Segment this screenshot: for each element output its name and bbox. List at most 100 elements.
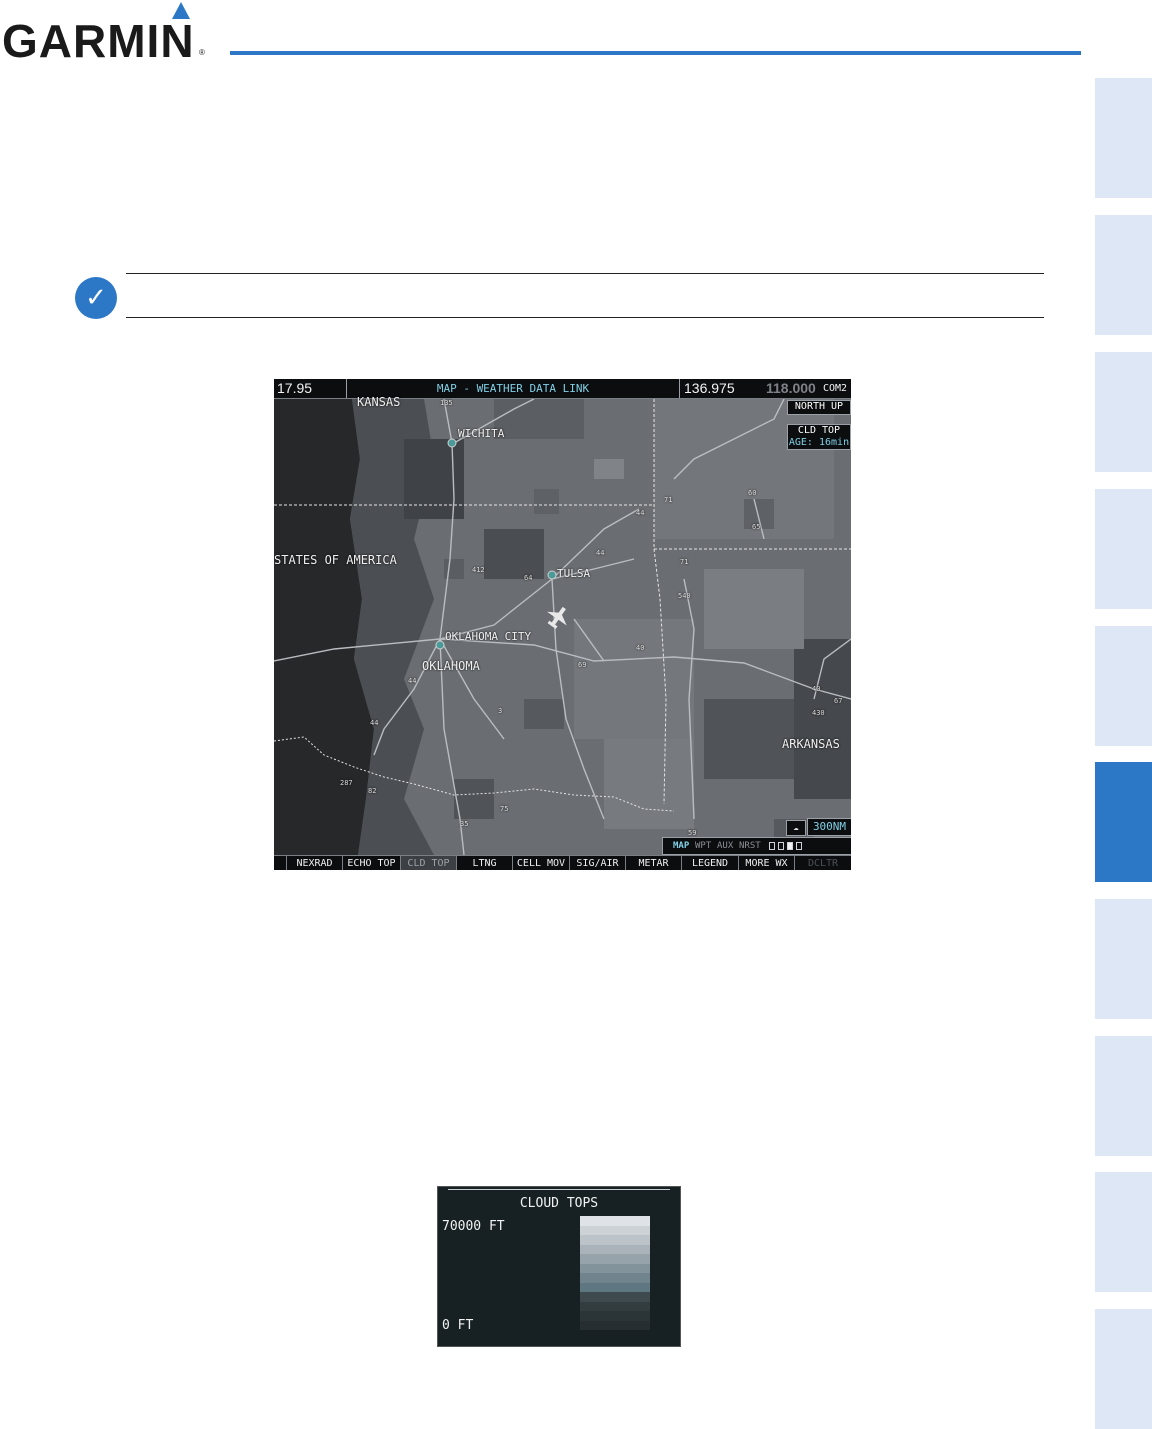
highway-shield: 71: [680, 558, 689, 566]
topbar-divider: [679, 379, 680, 398]
legend-color-band: [580, 1273, 650, 1283]
highway-shield: 412: [472, 566, 485, 574]
highway-shield: 65: [752, 523, 761, 531]
softkey-legend[interactable]: LEGEND: [682, 856, 739, 870]
map-range[interactable]: 300NM: [807, 818, 851, 836]
highway-shield: 40: [812, 685, 821, 693]
legend-title: CLOUD TOPS: [519, 1196, 599, 1211]
highway-shield: 69: [578, 661, 587, 669]
map-label-oklahoma-city: OKLAHOMA CITY: [445, 630, 532, 643]
highway-shield: 59: [688, 829, 697, 837]
section-tab-10[interactable]: [1095, 1309, 1152, 1429]
softkey-sig-air[interactable]: SIG/AIR: [570, 856, 626, 870]
product-label: CLD TOP: [797, 425, 841, 436]
page-group-indicator: MAP WPT AUX NRST: [662, 837, 851, 855]
softkey-cld-top[interactable]: CLD TOP: [401, 856, 457, 870]
weather-cloud-icon: ☁: [786, 820, 806, 836]
page-title: MAP - WEATHER DATA LINK: [436, 382, 590, 395]
age-label: AGE:: [788, 437, 813, 448]
com2-standby-frequency: 118.000: [766, 380, 816, 396]
legend-color-band: [580, 1225, 650, 1235]
logo-wordmark: GARMIN: [2, 15, 195, 67]
legend-color-band: [580, 1311, 650, 1321]
com1-frequency: 17.95: [277, 380, 313, 396]
map-label-oklahoma: OKLAHOMA: [422, 659, 480, 673]
legend-color-band: [580, 1235, 650, 1245]
legend-color-scale: [580, 1216, 650, 1330]
map-label-usa: STATES OF AMERICA: [274, 553, 397, 567]
softkey-echo-top[interactable]: ECHO TOP: [343, 856, 401, 870]
softkey-cell-mov[interactable]: CELL MOV: [513, 856, 570, 870]
highway-shield: 540: [678, 592, 691, 600]
map-label-wichita: WICHITA: [458, 427, 505, 440]
orientation-box: NORTH UP: [787, 400, 851, 415]
highway-shield: 430: [812, 709, 825, 717]
legend-top-label: 70000 FT: [442, 1219, 505, 1234]
com-label: COM2: [823, 383, 848, 394]
highway-shield: 64: [524, 574, 533, 582]
section-tab-6-active[interactable]: [1095, 762, 1152, 882]
map-label-kansas: KANSAS: [357, 395, 401, 409]
softkey-bar: NEXRAD ECHO TOP CLD TOP LTNG CELL MOV SI…: [274, 855, 851, 870]
highway-shield: 44: [636, 509, 645, 517]
legend-color-band: [580, 1282, 650, 1292]
softkey-dcltr[interactable]: DCLTR: [795, 856, 851, 870]
highway-shield: 44: [408, 677, 417, 685]
legend-color-band: [580, 1216, 650, 1226]
page-group-item: AUX: [717, 841, 734, 851]
section-tab-4[interactable]: [1095, 489, 1152, 609]
softkey-metar[interactable]: METAR: [626, 856, 682, 870]
section-tab-9[interactable]: [1095, 1172, 1152, 1292]
page-group-item: NRST: [739, 841, 761, 851]
map-label-tulsa: TULSA: [557, 567, 591, 580]
section-tab-7[interactable]: [1095, 899, 1152, 1019]
highway-shield: 44: [596, 549, 605, 557]
product-age: AGE: 16min: [788, 437, 850, 449]
legend-color-band: [580, 1254, 650, 1264]
highway-shield: 3: [498, 707, 503, 715]
checkmark-icon: ✓: [75, 277, 117, 319]
highway-shield: 44: [370, 719, 379, 727]
header-rule: [230, 51, 1081, 55]
page-indicator: [769, 842, 775, 850]
com2-active-frequency: 136.975: [684, 380, 735, 396]
highway-shield: 60: [748, 489, 757, 497]
legend-color-band: [580, 1244, 650, 1254]
highway-shield: 71: [664, 496, 673, 504]
legend-color-band: [580, 1292, 650, 1302]
legend-color-band: [580, 1301, 650, 1311]
map-label-arkansas: ARKANSAS: [782, 737, 840, 751]
legend-color-band: [580, 1320, 650, 1330]
mfd-weather-map: 17.95 MAP - WEATHER DATA LINK 136.975 11…: [274, 379, 851, 870]
page-indicator: [778, 842, 784, 850]
softkey-blank[interactable]: [274, 856, 287, 870]
section-tab-3[interactable]: [1095, 352, 1152, 472]
note-rule-top: [126, 273, 1044, 274]
softkey-ltng[interactable]: LTNG: [457, 856, 513, 870]
legend-color-band: [580, 1263, 650, 1273]
weather-map-canvas[interactable]: [274, 399, 851, 855]
page-indicator-current: [787, 842, 793, 850]
softkey-nexrad[interactable]: NEXRAD: [287, 856, 343, 870]
highway-shield: 82: [368, 787, 377, 795]
page-group-active: MAP: [673, 841, 690, 851]
cloud-tops-legend: CLOUD TOPS 70000 FT 0 FT: [437, 1186, 681, 1347]
product-box: CLD TOP AGE: 16min: [787, 424, 851, 450]
page-group-item: WPT: [695, 841, 712, 851]
age-value: 16min: [819, 437, 850, 448]
section-tab-1[interactable]: [1095, 78, 1152, 198]
highway-shield: 67: [834, 697, 843, 705]
logo-registered-mark: ®: [199, 48, 205, 57]
section-tab-5[interactable]: [1095, 626, 1152, 746]
highway-shield: 135: [440, 399, 453, 407]
softkey-more-wx[interactable]: MORE WX: [739, 856, 795, 870]
highway-shield: 35: [460, 820, 469, 828]
legend-bottom-label: 0 FT: [442, 1318, 474, 1333]
section-tab-8[interactable]: [1095, 1036, 1152, 1156]
garmin-logo: GARMIN ®: [0, 0, 215, 64]
highway-shield: 75: [500, 805, 509, 813]
page-indicator: [796, 842, 802, 850]
legend-rule: [448, 1189, 670, 1190]
highway-shield: 287: [340, 779, 353, 787]
section-tab-2[interactable]: [1095, 215, 1152, 335]
